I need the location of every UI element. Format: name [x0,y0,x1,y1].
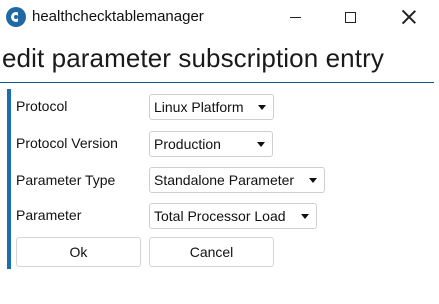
minimize-icon [289,16,301,18]
title-bar: healthchecktablemanager [0,0,439,34]
close-button[interactable] [386,0,432,34]
protocol-version-label: Protocol Version [16,135,118,151]
protocol-dropdown-value: Linux Platform [154,99,244,115]
chevron-down-icon [257,142,265,147]
protocol-version-dropdown-value: Production [154,136,221,152]
parameter-dropdown-value: Total Processor Load [154,208,286,224]
chevron-down-icon [309,178,317,183]
chevron-down-icon [258,105,266,110]
app-logo-icon [6,7,26,27]
parameter-type-label: Parameter Type [16,172,116,188]
parameter-type-dropdown[interactable]: Standalone Parameter [149,167,325,193]
ok-button[interactable]: Ok [16,237,141,267]
protocol-dropdown[interactable]: Linux Platform [149,94,274,120]
protocol-version-dropdown[interactable]: Production [149,131,273,157]
form-accent-bar [7,89,11,269]
minimize-button[interactable] [272,0,318,34]
parameter-dropdown[interactable]: Total Processor Load [149,203,317,229]
heading-divider [0,82,434,83]
parameter-type-dropdown-value: Standalone Parameter [154,172,295,188]
chevron-down-icon [301,214,309,219]
close-icon [402,10,416,24]
window-title: healthchecktablemanager [32,8,204,25]
dialog-heading: edit parameter subscription entry [2,43,384,73]
parameter-label: Parameter [16,207,82,223]
protocol-label: Protocol [16,98,68,114]
cancel-button[interactable]: Cancel [149,237,274,267]
maximize-button[interactable] [327,0,373,34]
maximize-icon [344,11,356,23]
